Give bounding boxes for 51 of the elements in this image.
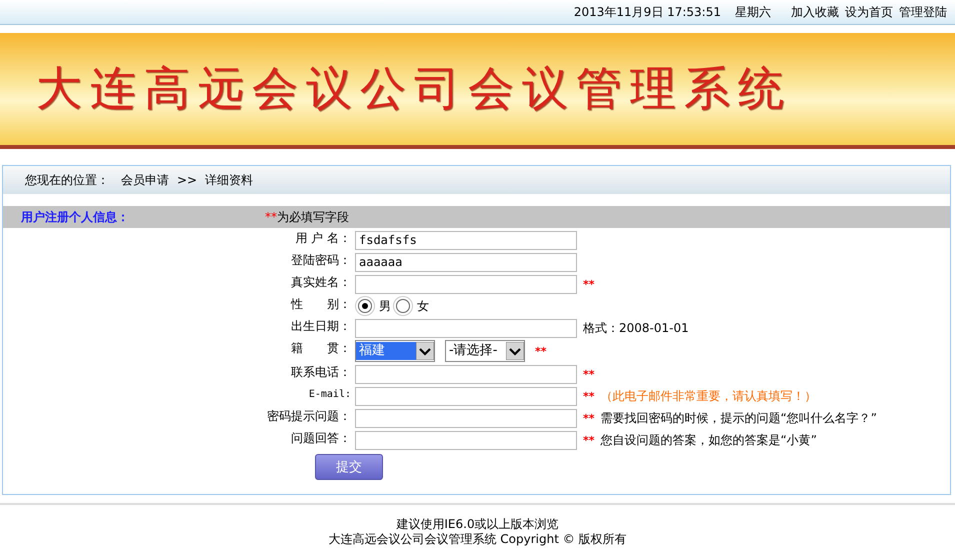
breadcrumb-label: 您现在的位置： <box>25 172 109 188</box>
required-mark: ** <box>583 434 595 446</box>
breadcrumb-separator: >> <box>177 173 198 187</box>
input-field[interactable] <box>355 364 577 384</box>
field-label: 用 户 名： <box>294 230 352 247</box>
section-title: 用户注册个人信息： <box>20 208 130 226</box>
radio-option[interactable]: 男 <box>355 296 391 316</box>
footer-text: 大连高远会议公司会议管理系统 Copyright © 版权所有 <box>328 532 627 547</box>
input-field[interactable] <box>355 430 577 450</box>
field-label: 籍 贯： <box>290 340 352 357</box>
input-field[interactable]: fsdafsfs <box>355 230 577 250</box>
field-label: E-mail: <box>308 388 352 400</box>
breadcrumb-item[interactable]: 会员申请 <box>121 172 169 188</box>
weekday: 星期六 <box>735 4 771 20</box>
required-mark: ** <box>583 390 595 402</box>
input-field[interactable] <box>355 274 577 294</box>
required-mark: ** <box>583 368 595 380</box>
required-mark: ** <box>535 344 547 358</box>
required-mark: ** <box>583 278 595 290</box>
input-field[interactable]: aaaaaa <box>355 252 577 272</box>
radio-button[interactable] <box>358 299 372 313</box>
required-mark: ** <box>583 412 595 424</box>
banner-title: 大连高远会议公司会议管理系统 <box>36 60 792 117</box>
field-label: 出生日期： <box>290 318 352 335</box>
field-hint: 您自设问题的答案，如您的答案是“小黄” <box>600 432 817 448</box>
footer-text: 建议使用IE6.0或以上版本浏览 <box>396 517 559 532</box>
field-label: 密码提示问题： <box>266 408 352 425</box>
field-hint: （此电子邮件非常重要，请认真填写！） <box>600 388 817 404</box>
dropdown[interactable]: -请选择- <box>445 340 525 362</box>
top-link[interactable]: 设为首页 <box>845 4 893 20</box>
dropdown-arrow-icon[interactable] <box>506 342 524 360</box>
field-label: 登陆密码： <box>290 252 352 269</box>
date-time: 2013年11月9日 17:53:51 <box>574 4 721 20</box>
radio-option[interactable]: 女 <box>393 296 429 316</box>
breadcrumb-item[interactable]: 详细资料 <box>205 172 254 188</box>
field-label: 性 别： <box>290 296 352 313</box>
input-field[interactable] <box>355 408 577 428</box>
dropdown[interactable]: 福建 <box>355 340 435 362</box>
field-label: 联系电话： <box>290 364 352 381</box>
field-hint: 需要找回密码的时候，提示的问题“您叫什么名字？” <box>600 410 877 426</box>
submit-button[interactable]: 提交 <box>315 454 383 480</box>
dropdown-arrow-icon[interactable] <box>416 342 434 360</box>
input-field[interactable] <box>355 386 577 406</box>
top-link[interactable]: 管理登陆 <box>899 4 947 20</box>
radio-button[interactable] <box>396 299 410 313</box>
input-field[interactable] <box>355 318 577 338</box>
top-link[interactable]: 加入收藏 <box>791 4 839 20</box>
required-note: **为必填写字段 <box>265 208 349 226</box>
field-hint: 格式：2008-01-01 <box>583 320 689 336</box>
field-label: 问题回答： <box>290 430 352 447</box>
field-label: 真实姓名： <box>290 274 352 291</box>
